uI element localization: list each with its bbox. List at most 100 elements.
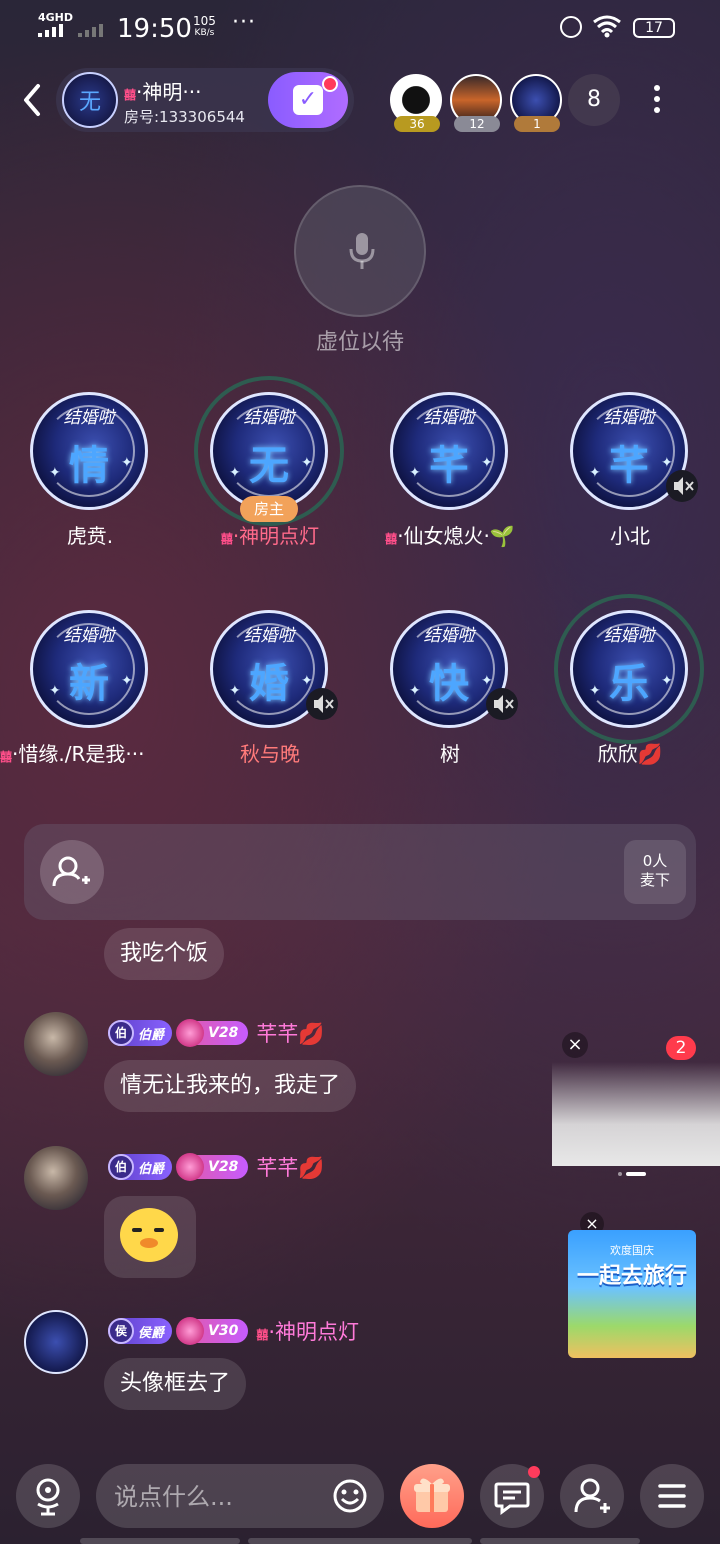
chat-user-row: 侯侯爵 V30 囍·神明点灯 (108, 1316, 359, 1346)
user-tag: 囍 (256, 1328, 269, 1342)
queue-count-label: 麦下 (639, 871, 670, 889)
chat-user-name-row[interactable]: 囍·神明点灯 (256, 1316, 359, 1346)
room-info[interactable]: 无 囍·神明··· 房号:133306544 ✓ (56, 68, 354, 132)
mic-seat-5[interactable]: 结婚啦新 ✦ ✦ 囍·惜缘./R是我··· (0, 610, 180, 780)
signal-icon (38, 24, 63, 37)
owner-badge: 房主 (240, 496, 298, 522)
net-speed: 105 KB/s (193, 15, 216, 39)
rank-icon: 侯 (108, 1318, 134, 1344)
menu-icon (658, 1484, 686, 1508)
diamond-icon (176, 1317, 205, 1345)
back-icon[interactable] (18, 82, 48, 118)
emoji-icon[interactable] (332, 1478, 368, 1514)
muted-icon (486, 688, 518, 720)
chat-sticker-bubble (104, 1196, 196, 1278)
rank-label: 侯爵 (138, 1325, 165, 1341)
chat-avatar[interactable] (24, 1310, 88, 1374)
seat-avatar: 结婚啦情 ✦ ✦ (30, 392, 148, 510)
check-icon: ✓ (293, 85, 323, 115)
battery-indicator: 17 (633, 18, 675, 38)
room-tag: 囍 (124, 88, 137, 102)
chat-user-name[interactable]: 芊芊💋 (256, 1018, 324, 1048)
promo-subtitle: 欢度国庆 (610, 1244, 654, 1257)
menu-button[interactable] (640, 1464, 704, 1528)
mic-button[interactable] (16, 1464, 80, 1528)
close-icon[interactable]: × (562, 1032, 588, 1058)
notification-dot (322, 76, 338, 92)
microphone-icon (349, 233, 375, 269)
chat-avatar[interactable] (24, 1146, 88, 1210)
user-tag: 囍 (385, 532, 398, 546)
user-tag: 囍 (0, 750, 13, 764)
room-avatar-char: 无 (78, 90, 101, 115)
more-options-icon[interactable] (648, 82, 666, 118)
notification-dot (528, 1466, 540, 1478)
viewer-avatar-1[interactable]: 36 (390, 74, 442, 132)
promo-image: 欢度国庆 一起去旅行 (568, 1230, 696, 1358)
nav-indicator (248, 1538, 472, 1544)
chat-avatar[interactable] (24, 1012, 88, 1076)
mic-seat-8[interactable]: 结婚啦乐 ✦ ✦ 欣欣💋 (540, 594, 720, 780)
vip-level: V30 (208, 1323, 239, 1339)
promo-banner-2[interactable]: × 欢度国庆 一起去旅行 (568, 1212, 696, 1358)
net-speed-value: 105 (193, 14, 216, 28)
promo-banner-1[interactable]: × 2 (552, 1032, 720, 1182)
vip-badge: V28 (176, 1019, 249, 1047)
invite-user-button[interactable] (560, 1464, 624, 1528)
wifi-icon (593, 15, 621, 38)
seat-user-name: 树 (440, 742, 460, 766)
promo-count-badge: 2 (666, 1036, 696, 1060)
mic-seat-7[interactable]: 结婚啦快 ✦ ✦ 树 (360, 610, 540, 780)
viewer-badge: 1 (514, 116, 560, 132)
seat-user-name: ·仙女熄火·🌱 (397, 524, 515, 548)
mic-seat-2[interactable]: 结婚啦无 ✦ ✦ 房主 囍·神明点灯 (180, 376, 360, 562)
viewer-badge: 12 (454, 116, 500, 132)
seat-user-name-row: 囍·仙女熄火·🌱 (350, 520, 550, 549)
chat-message-bubble: 我吃个饭 (104, 928, 225, 980)
add-user-icon (574, 1478, 610, 1513)
mic-seat-6[interactable]: 结婚啦婚 ✦ ✦ 秋与晚 (180, 610, 360, 780)
follow-room-button[interactable]: ✓ (268, 72, 348, 128)
chat-user-row: 伯伯爵 V28 芊芊💋 (108, 1152, 325, 1182)
vip-level: V28 (208, 1025, 239, 1041)
duck-sticker-icon (120, 1208, 178, 1262)
seat-avatar-caption: 结婚啦 (603, 626, 655, 646)
queue-count-value: 0人 (642, 852, 668, 870)
chat-user-row: 伯伯爵 V28 芊芊💋 (108, 1018, 325, 1048)
host-seat[interactable] (294, 185, 426, 317)
more-status-icon: ··· (232, 10, 256, 35)
mic-seat-4[interactable]: 结婚啦芊 ✦ ✦ 小北 (540, 392, 720, 562)
seat-avatar-caption: 结婚啦 (243, 408, 295, 428)
online-count[interactable]: 8 (568, 74, 620, 126)
seat-user-name: ·神明点灯 (232, 524, 320, 548)
gift-icon (414, 1478, 450, 1512)
seat-avatar-caption: 结婚啦 (63, 626, 115, 646)
nav-indicator (80, 1538, 240, 1544)
viewer-avatar-3[interactable]: 1 (510, 74, 562, 132)
seat-user-name-row: 囍·神明点灯 (170, 520, 370, 549)
chat-input[interactable] (112, 1464, 326, 1530)
rank-label: 伯爵 (138, 1161, 165, 1177)
seat-user-name: 虎贲. (66, 524, 114, 548)
status-bar: 4GHD 19:50 105 KB/s ··· 17 (0, 0, 720, 58)
seat-user-name-row: 囍·惜缘./R是我··· (0, 738, 180, 767)
queue-count[interactable]: 0人 麦下 (624, 840, 686, 904)
mic-seat-1[interactable]: 结婚啦情 ✦ ✦ 虎贲. (0, 392, 180, 562)
chat-user-name: ·神明点灯 (268, 1320, 360, 1344)
seat-avatar-caption: 结婚啦 (63, 408, 115, 428)
host-seat-label: 虚位以待 (315, 330, 404, 355)
messages-button[interactable] (480, 1464, 544, 1528)
gift-button[interactable] (400, 1464, 464, 1528)
seat-user-name: 小北 (610, 524, 650, 548)
seat-avatar: 结婚啦新 ✦ ✦ (30, 610, 148, 728)
vip-level: V28 (208, 1159, 239, 1175)
carousel-indicator (618, 1172, 646, 1176)
chat-user-name[interactable]: 芊芊💋 (256, 1152, 324, 1182)
mic-seat-3[interactable]: 结婚啦芊 ✦ ✦ 囍·仙女熄火·🌱 (360, 392, 540, 562)
network-type: 4GHD (38, 11, 74, 24)
join-queue-button[interactable] (40, 840, 104, 904)
seat-user-name: 秋与晚 (240, 742, 300, 766)
user-tag: 囍 (220, 532, 233, 546)
seat-avatar-caption: 结婚啦 (603, 408, 655, 428)
viewer-avatar-2[interactable]: 12 (450, 74, 502, 132)
